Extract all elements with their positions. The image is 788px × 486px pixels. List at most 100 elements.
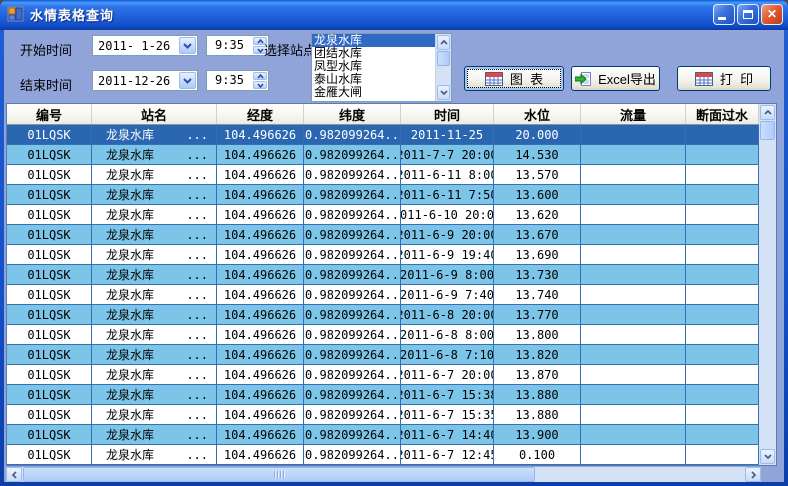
table-cell: 01LQSK xyxy=(7,425,92,445)
table-cell: 30.982099264... xyxy=(304,425,401,445)
table-row[interactable]: 01LQSK龙泉水库...104.49662630.982099264...20… xyxy=(7,165,759,185)
table-cell: 104.496626 xyxy=(217,385,304,405)
table-cell: 2011-6-7 15:38 xyxy=(401,385,494,405)
scrollbar-thumb[interactable] xyxy=(760,121,775,140)
table-cell: 30.982099264... xyxy=(304,145,401,165)
table-cell: 30.982099264... xyxy=(304,385,401,405)
table-row[interactable]: 01LQSK龙泉水库...104.49662630.982099264...20… xyxy=(7,245,759,265)
table-row[interactable]: 01LQSK龙泉水库...104.49662630.982099264...20… xyxy=(7,445,759,465)
spinner-down-icon[interactable] xyxy=(253,81,267,89)
app-icon xyxy=(7,6,24,22)
table-cell: 2011-6-9 8:00 xyxy=(401,265,494,285)
scroll-down-icon[interactable] xyxy=(437,85,450,100)
table-cell: 01LQSK xyxy=(7,265,92,285)
table-row[interactable]: 01LQSK龙泉水库...104.49662630.982099264...20… xyxy=(7,185,759,205)
grid-vertical-scrollbar[interactable] xyxy=(759,104,776,465)
list-item-station[interactable]: 金雁大闸 xyxy=(312,86,435,99)
station-listbox[interactable]: 龙泉水库 团结水库 凤型水库 泰山水库 金雁大闸 xyxy=(311,33,452,102)
table-cell: 104.496626 xyxy=(217,245,304,265)
column-header[interactable]: 时间 xyxy=(401,104,494,124)
scrollbar-thumb[interactable] xyxy=(437,51,450,66)
table-cell: 30.982099264... xyxy=(304,405,401,425)
table-cell: 2011-11-25 xyxy=(401,125,494,145)
table-cell: 01LQSK xyxy=(7,345,92,365)
scroll-down-icon[interactable] xyxy=(760,449,775,464)
start-date-value: 2011- 1-26 xyxy=(93,39,179,53)
table-row[interactable]: 01LQSK龙泉水库...104.49662630.982099264...20… xyxy=(7,425,759,445)
table-row[interactable]: 01LQSK龙泉水库...104.49662630.982099264...20… xyxy=(7,305,759,325)
column-header[interactable]: 断面过水 xyxy=(686,104,759,124)
table-cell xyxy=(686,345,759,365)
table-row[interactable]: 01LQSK龙泉水库...104.49662630.982099264...20… xyxy=(7,225,759,245)
excel-export-button[interactable]: Excel导出 xyxy=(571,66,660,91)
table-cell xyxy=(686,425,759,445)
table-row[interactable]: 01LQSK龙泉水库...104.49662630.982099264...20… xyxy=(7,285,759,305)
scrollbar-thumb[interactable] xyxy=(23,467,535,482)
table-row[interactable]: 01LQSK龙泉水库...104.49662630.982099264...20… xyxy=(7,205,759,225)
table-row[interactable]: 01LQSK龙泉水库...104.49662630.982099264...20… xyxy=(7,145,759,165)
table-cell: 01LQSK xyxy=(7,385,92,405)
end-time-spinner[interactable]: 9:35 xyxy=(206,70,269,91)
table-cell: 龙泉水库... xyxy=(92,305,217,325)
column-header[interactable]: 编号 xyxy=(7,104,92,124)
start-date-dropdown-icon[interactable] xyxy=(179,37,196,54)
table-cell xyxy=(581,285,686,305)
grid-horizontal-scrollbar[interactable] xyxy=(6,467,761,482)
spinner-up-icon[interactable] xyxy=(253,72,267,80)
table-cell: 2011-6-11 7:50 xyxy=(401,185,494,205)
table-cell xyxy=(686,405,759,425)
table-cell: 龙泉水库... xyxy=(92,125,217,145)
excel-export-icon xyxy=(575,72,591,86)
table-icon xyxy=(485,72,503,86)
end-time-value: 9:35 xyxy=(207,71,252,90)
scroll-up-icon[interactable] xyxy=(437,35,450,50)
table-cell: 104.496626 xyxy=(217,445,304,465)
table-row[interactable]: 01LQSK龙泉水库...104.49662630.982099264...20… xyxy=(7,125,759,145)
table-cell xyxy=(581,265,686,285)
minimize-button[interactable] xyxy=(713,4,735,25)
table-cell: 龙泉水库... xyxy=(92,145,217,165)
titlebar[interactable]: 水情表格查询 ✕ xyxy=(0,0,788,30)
column-header[interactable]: 流量 xyxy=(581,104,686,124)
table-cell: 30.982099264... xyxy=(304,285,401,305)
table-cell: 30.982099264... xyxy=(304,445,401,465)
table-cell: 2011-6-8 20:00 xyxy=(401,305,494,325)
table-cell xyxy=(686,325,759,345)
print-button[interactable]: 打 印 xyxy=(677,66,771,91)
maximize-button[interactable] xyxy=(737,4,759,25)
column-header[interactable]: 站名 xyxy=(92,104,217,124)
chart-button[interactable]: 图 表 xyxy=(464,66,564,91)
start-date-picker[interactable]: 2011- 1-26 xyxy=(92,35,198,56)
table-cell: 龙泉水库... xyxy=(92,405,217,425)
table-cell: 01LQSK xyxy=(7,245,92,265)
column-header[interactable]: 纬度 xyxy=(304,104,401,124)
table-cell: 龙泉水库... xyxy=(92,205,217,225)
table-row[interactable]: 01LQSK龙泉水库...104.49662630.982099264...20… xyxy=(7,345,759,365)
scroll-up-icon[interactable] xyxy=(760,105,775,120)
table-cell: 20.000 xyxy=(494,125,581,145)
scroll-right-icon[interactable] xyxy=(745,467,761,482)
start-time-spinner[interactable]: 9:35 xyxy=(206,35,269,56)
table-cell: 龙泉水库... xyxy=(92,385,217,405)
table-cell: 30.982099264... xyxy=(304,345,401,365)
end-date-dropdown-icon[interactable] xyxy=(179,72,196,89)
table-row[interactable]: 01LQSK龙泉水库...104.49662630.982099264...20… xyxy=(7,385,759,405)
table-row[interactable]: 01LQSK龙泉水库...104.49662630.982099264...20… xyxy=(7,405,759,425)
table-cell: 龙泉水库... xyxy=(92,365,217,385)
table-cell: 01LQSK xyxy=(7,205,92,225)
column-header[interactable]: 水位 xyxy=(494,104,581,124)
column-header[interactable]: 经度 xyxy=(217,104,304,124)
scroll-left-icon[interactable] xyxy=(6,467,22,482)
table-cell: 30.982099264... xyxy=(304,205,401,225)
table-row[interactable]: 01LQSK龙泉水库...104.49662630.982099264...20… xyxy=(7,325,759,345)
listbox-scrollbar[interactable] xyxy=(435,34,451,101)
table-cell: 30.982099264... xyxy=(304,165,401,185)
table-row[interactable]: 01LQSK龙泉水库...104.49662630.982099264...20… xyxy=(7,365,759,385)
table-cell xyxy=(686,125,759,145)
table-row[interactable]: 01LQSK龙泉水库...104.49662630.982099264...20… xyxy=(7,265,759,285)
table-cell xyxy=(581,405,686,425)
table-cell: 01LQSK xyxy=(7,185,92,205)
close-button[interactable]: ✕ xyxy=(761,4,783,25)
end-date-picker[interactable]: 2011-12-26 xyxy=(92,70,198,91)
end-date-value: 2011-12-26 xyxy=(93,74,179,88)
